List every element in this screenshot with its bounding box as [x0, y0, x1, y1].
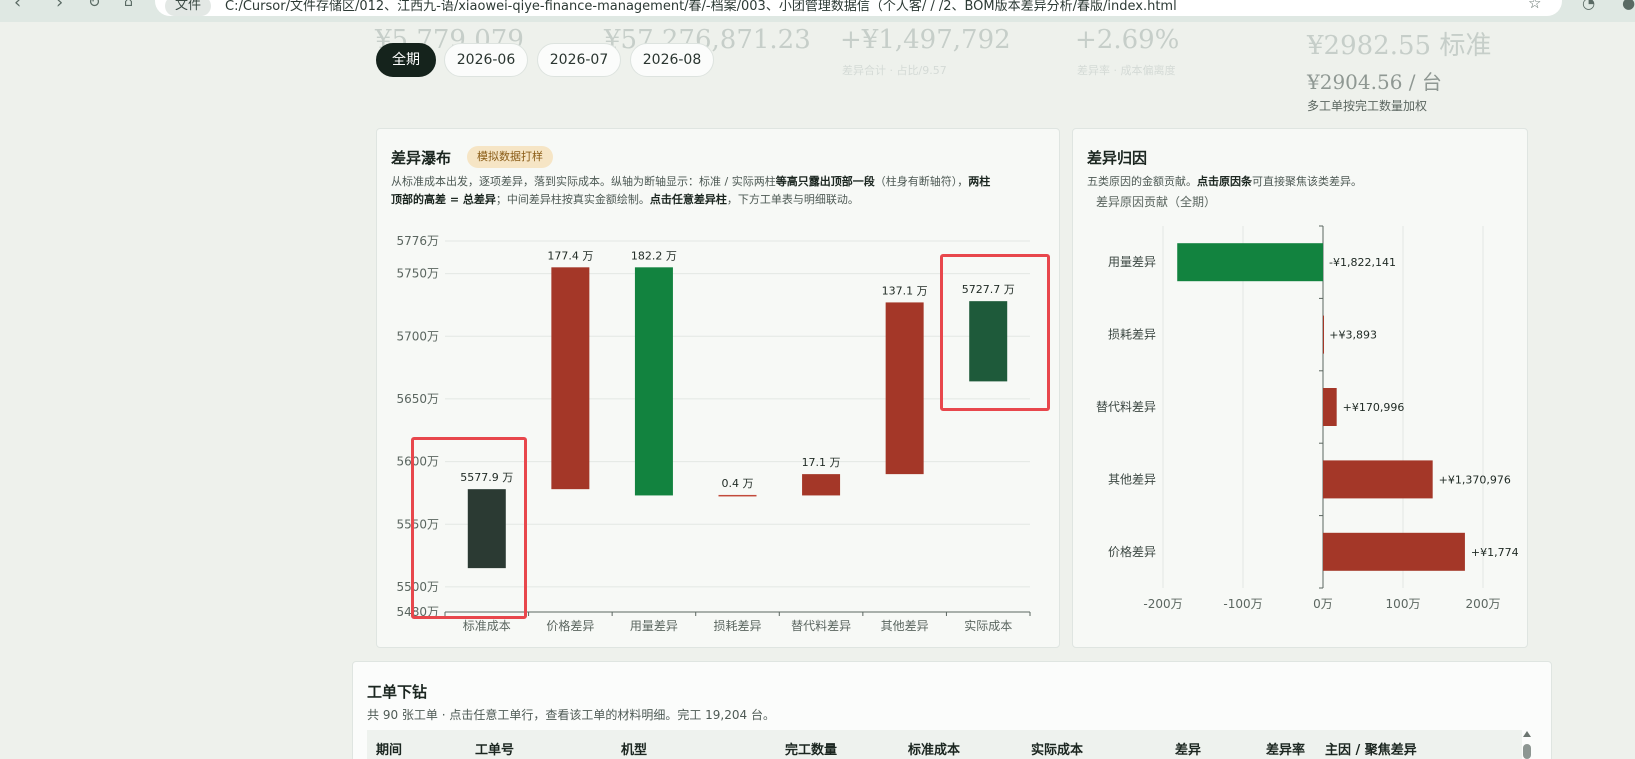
- waterfall-data-label: 5577.9 万: [460, 471, 513, 484]
- attribution-category-label: 价格差异: [1108, 544, 1156, 559]
- waterfall-bar[interactable]: [885, 302, 924, 475]
- attribution-data-label: +¥3,893: [1329, 329, 1377, 342]
- waterfall-y-tick-label: 5480万: [396, 605, 439, 619]
- attribution-bar[interactable]: [1323, 315, 1324, 354]
- waterfall-x-tick-label: 替代料差异: [791, 619, 851, 633]
- waterfall-y-tick-label: 5500万: [396, 580, 439, 594]
- waterfall-x-tick-label: 价格差异: [546, 618, 594, 633]
- waterfall-bar[interactable]: [467, 489, 506, 569]
- waterfall-data-label: 137.1 万: [882, 284, 928, 297]
- attribution-bar[interactable]: [1177, 243, 1323, 282]
- attribution-x-tick-label: 100万: [1386, 597, 1421, 611]
- waterfall-bar[interactable]: [802, 474, 841, 496]
- attribution-data-label: +¥1,370,976: [1439, 473, 1511, 486]
- attribution-data-label: +¥170,996: [1343, 401, 1405, 414]
- attribution-x-tick-label: 200万: [1466, 597, 1501, 611]
- attribution-bar[interactable]: [1323, 388, 1337, 426]
- waterfall-x-tick-label: 标准成本: [463, 619, 511, 633]
- attribution-category-label: 用量差异: [1108, 255, 1156, 269]
- col-order-no[interactable]: 工单号: [475, 739, 514, 758]
- attribution-x-tick-label: -100万: [1223, 597, 1262, 611]
- attribution-bar[interactable]: [1323, 532, 1465, 571]
- charts-canvas: 5480万 5500万 5550万 5600万 5650万 5700万 5750万 5776万…: [396, 225, 1519, 633]
- waterfall-y-tick-label: 5750万: [396, 267, 439, 281]
- waterfall-x-tick-label: 实际成本: [964, 618, 1012, 633]
- waterfall-bar[interactable]: [969, 301, 1008, 382]
- attribution-category-label: 其他差异: [1108, 472, 1156, 486]
- drilldown-title: 工单下钻: [367, 683, 428, 701]
- attribution-bar[interactable]: [1323, 460, 1433, 499]
- waterfall-data-label: 177.4 万: [547, 249, 593, 262]
- col-variance-rate[interactable]: 差异率: [1266, 739, 1305, 758]
- waterfall-data-label: 0.4 万: [722, 477, 754, 490]
- waterfall-y-tick-label: 5650万: [396, 392, 439, 406]
- waterfall-x-tick-label: 其他差异: [881, 619, 929, 633]
- col-qty[interactable]: 完工数量: [785, 739, 837, 758]
- waterfall-data-label: 5727.7 万: [962, 283, 1015, 296]
- waterfall-y-tick-label: 5776万: [396, 234, 439, 248]
- waterfall-bar[interactable]: [551, 267, 590, 490]
- col-actual-cost[interactable]: 实际成本: [1031, 739, 1083, 758]
- waterfall-x-tick-label: 用量差异: [630, 619, 678, 633]
- attribution-x-tick-label: 0万: [1313, 597, 1333, 611]
- col-model[interactable]: 机型: [621, 739, 647, 758]
- attribution-x-tick-label: -200万: [1143, 597, 1182, 611]
- drilldown-subtitle: 共 90 张工单 · 点击任意工单行，查看该工单的材料明细。完工 19,204 …: [367, 708, 775, 722]
- attribution-data-label: +¥1,774: [1471, 546, 1519, 559]
- waterfall-data-label: 17.1 万: [802, 456, 841, 469]
- table-scrollbar[interactable]: [1522, 728, 1532, 759]
- waterfall-y-tick-label: 5550万: [396, 517, 439, 531]
- col-variance[interactable]: 差异: [1175, 739, 1201, 758]
- waterfall-data-label: 182.2 万: [631, 249, 677, 262]
- waterfall-bar[interactable]: [634, 267, 673, 496]
- waterfall-x-tick-label: 损耗差异: [713, 619, 761, 633]
- col-main-cause[interactable]: 主因 / 聚焦差异: [1325, 739, 1417, 758]
- attribution-category-label: 损耗差异: [1108, 328, 1156, 342]
- col-standard-cost[interactable]: 标准成本: [908, 739, 960, 758]
- col-period[interactable]: 期间: [376, 739, 402, 758]
- attribution-data-label: -¥1,822,141: [1329, 256, 1396, 269]
- waterfall-bar[interactable]: [718, 494, 757, 497]
- waterfall-y-tick-label: 5600万: [396, 455, 439, 469]
- attribution-category-label: 替代料差异: [1096, 400, 1156, 414]
- waterfall-y-tick-label: 5700万: [396, 329, 439, 343]
